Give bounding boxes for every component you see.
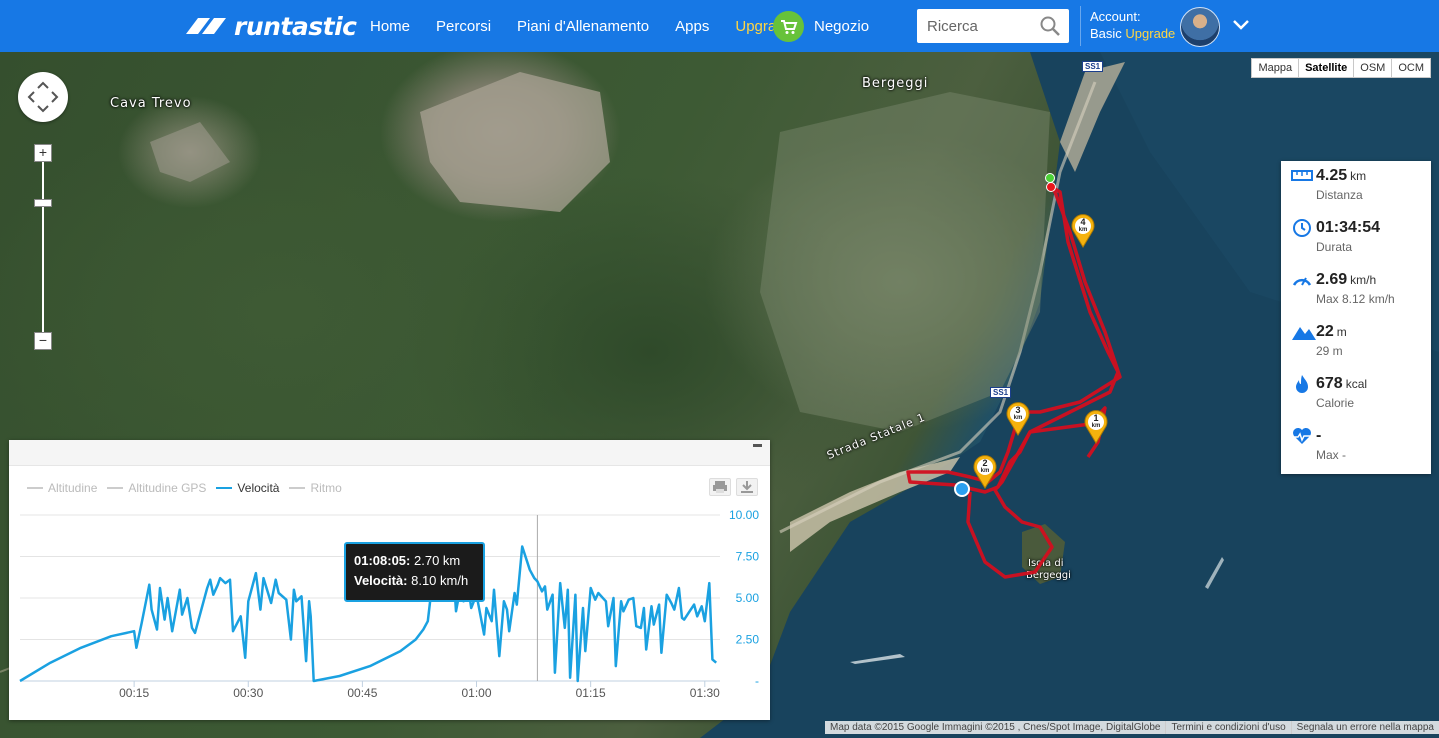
x-tick-label: 01:15 (576, 686, 606, 700)
stat-calories: 678 kcal Calorie (1281, 369, 1431, 421)
account-upgrade-link[interactable]: Upgrade (1125, 26, 1175, 41)
shopping-cart-icon (773, 11, 804, 42)
stat-distance-label: Distanza (1316, 188, 1363, 202)
stat-heart-rate-value: - (1316, 427, 1322, 444)
speedometer-icon (1292, 277, 1312, 286)
stat-calories-unit: kcal (1345, 377, 1368, 391)
header-divider (1080, 6, 1081, 46)
logo-text: runtastic (234, 11, 357, 41)
top-navigation-bar: runtastic Home Percorsi Piani d'Allename… (0, 0, 1439, 52)
stat-speed-value: 2.69 (1316, 271, 1348, 288)
zoom-track[interactable] (42, 152, 44, 342)
map-attribution: Map data ©2015 Google Immagini ©2015 , C… (829, 722, 1161, 733)
km-marker-4-number: 4 (1080, 217, 1086, 227)
stat-heart-rate: - Max - (1281, 421, 1431, 473)
y-tick-label: - (755, 674, 759, 688)
stat-elevation: 22 m 29 m (1281, 317, 1431, 369)
nav-home[interactable]: Home (370, 18, 410, 35)
km-marker-2[interactable]: 2 km (973, 455, 997, 492)
stat-speed-label: Max 8.12 km/h (1316, 292, 1395, 306)
chevron-down-icon[interactable] (1232, 18, 1250, 32)
map-footer: Map data ©2015 Google Immagini ©2015 , C… (824, 721, 1439, 734)
clock-icon (1293, 219, 1311, 237)
mountain-icon (1292, 327, 1316, 340)
km-marker-2-number: 2 (982, 458, 988, 468)
km-marker-2-unit: km (980, 468, 990, 474)
stat-calories-value: 678 (1316, 375, 1343, 392)
stat-distance-value: 4.25 (1316, 167, 1348, 184)
km-marker-4[interactable]: 4 km (1071, 214, 1095, 251)
activity-stats-panel: 4.25 km Distanza 01:34:54 Durata 2.69 km/h… (1281, 161, 1431, 474)
y-tick-label: 7.50 (736, 550, 760, 564)
account-plan: Basic (1090, 26, 1122, 41)
tooltip-speed-label: Velocità (354, 573, 404, 588)
heart-rate-icon (1293, 428, 1311, 444)
y-tick-label: 2.50 (736, 633, 760, 647)
ruler-icon (1291, 170, 1313, 181)
stat-elevation-label: 29 m (1316, 344, 1343, 358)
stat-duration: 01:34:54 Durata (1281, 213, 1431, 265)
km-marker-1-unit: km (1091, 423, 1101, 429)
nav-piani-allenamento[interactable]: Piani d'Allenamento (517, 18, 649, 35)
search-icon[interactable] (1039, 15, 1061, 37)
nav-apps[interactable]: Apps (675, 18, 709, 35)
stat-duration-value: 01:34:54 (1316, 219, 1381, 236)
stat-calories-label: Calorie (1316, 396, 1355, 410)
avatar[interactable] (1180, 7, 1220, 47)
x-tick-label: 01:30 (690, 686, 720, 700)
flame-icon (1296, 375, 1308, 393)
pan-control[interactable] (18, 72, 68, 122)
tooltip-time: 01:08:05 (354, 553, 407, 568)
zoom-in-button[interactable]: + (34, 144, 52, 162)
shop-label: Negozio (814, 18, 870, 35)
map-type-satellite[interactable]: Satellite (1298, 58, 1355, 78)
tooltip-distance: 2.70 km (414, 553, 461, 568)
stat-speed-unit: km/h (1350, 273, 1377, 287)
runtastic-logo[interactable]: runtastic (184, 11, 357, 41)
stat-distance-unit: km (1350, 169, 1367, 183)
x-tick-label: 00:15 (119, 686, 149, 700)
km-marker-1[interactable]: 1 km (1084, 410, 1108, 447)
tooltip-speed-value: 8.10 km/h (411, 573, 469, 588)
map-type-ocm[interactable]: OCM (1391, 58, 1431, 78)
report-error-link[interactable]: Segnala un errore nella mappa (1290, 721, 1439, 734)
stat-elevation-value: 22 (1316, 323, 1334, 340)
shop-link[interactable]: Negozio (773, 11, 869, 42)
x-tick-label: 00:45 (347, 686, 377, 700)
speed-chart-panel: Altitudine Altitudine GPS Velocità Ritmo… (9, 440, 770, 720)
stat-heart-rate-label: Max - (1316, 448, 1346, 462)
map-type-mappa[interactable]: Mappa (1251, 58, 1300, 78)
zoom-out-button[interactable]: − (34, 332, 52, 350)
main-nav: Home Percorsi Piani d'Allenamento Apps U… (370, 0, 819, 52)
km-marker-3-unit: km (1013, 415, 1023, 421)
x-tick-label: 00:30 (233, 686, 263, 700)
chart-tooltip: 01:08:05: 2.70 km Velocità: 8.10 km/h (344, 542, 485, 602)
y-tick-label: 5.00 (736, 591, 760, 605)
km-marker-1-number: 1 (1093, 413, 1099, 423)
logo-swoosh-icon (186, 18, 226, 34)
map-type-osm[interactable]: OSM (1353, 58, 1393, 78)
x-tick-label: 01:00 (462, 686, 492, 700)
stat-distance: 4.25 km Distanza (1281, 161, 1431, 213)
km-marker-3[interactable]: 3 km (1006, 402, 1030, 439)
terms-link[interactable]: Termini e condizioni d'uso (1165, 721, 1290, 734)
account-label: Account: (1090, 9, 1141, 24)
map-type-switcher: Mappa Satellite OSM OCM (1251, 58, 1431, 78)
pan-arrows-icon (27, 81, 59, 113)
stat-duration-label: Durata (1316, 240, 1353, 254)
km-marker-3-number: 3 (1015, 405, 1021, 415)
zoom-slider-handle[interactable] (34, 199, 52, 207)
search-input[interactable] (917, 17, 1035, 35)
nav-percorsi[interactable]: Percorsi (436, 18, 491, 35)
stat-speed: 2.69 km/h Max 8.12 km/h (1281, 265, 1431, 317)
search-box (917, 9, 1069, 43)
stat-elevation-unit: m (1336, 325, 1347, 339)
account-menu[interactable]: Account: Basic Upgrade (1090, 8, 1175, 42)
y-tick-label: 10.00 (729, 508, 759, 522)
km-marker-4-unit: km (1078, 227, 1088, 233)
